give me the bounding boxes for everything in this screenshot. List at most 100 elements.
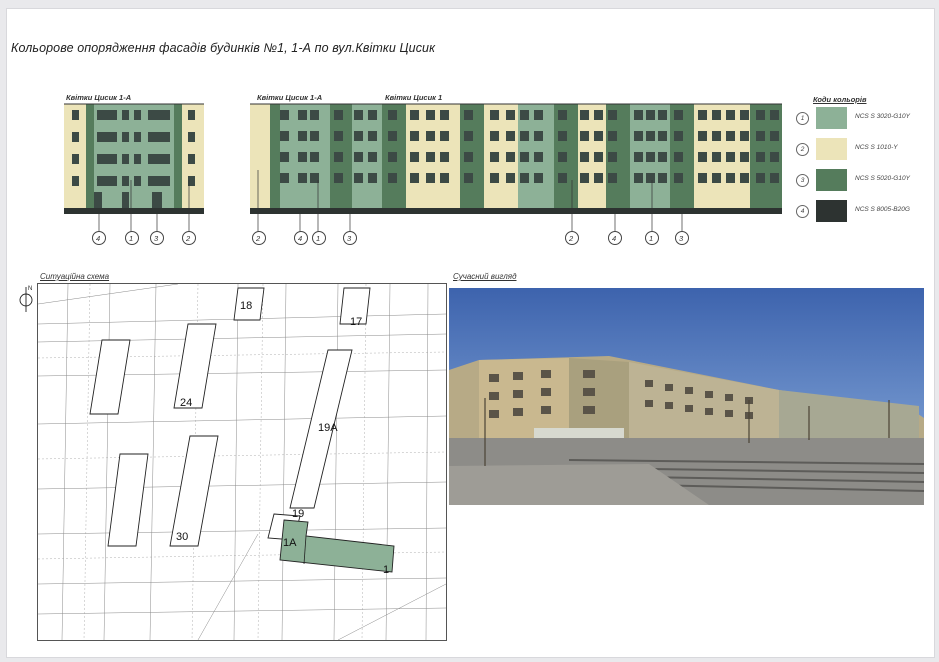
legend-code: NCS S 8005-B20G (855, 206, 910, 213)
facade-window (634, 173, 643, 183)
facade-window (298, 152, 307, 162)
callout-main-8: 3 (679, 234, 684, 243)
callout-left-2: 1 (129, 234, 134, 243)
legend-number: 3 (796, 174, 809, 187)
facade-window (726, 110, 735, 120)
facade-window (368, 152, 377, 162)
legend-swatch (816, 107, 847, 129)
map-linework (38, 284, 446, 640)
callout-main-1: 2 (256, 234, 261, 243)
facade-window (280, 131, 289, 141)
facade-window (520, 110, 529, 120)
facade-window (426, 173, 435, 183)
map-label-1: 1 (383, 564, 390, 576)
facade-window (490, 131, 499, 141)
facade-window (756, 131, 765, 141)
facade-window (594, 173, 603, 183)
facade-window (298, 173, 307, 183)
facade-window (740, 152, 749, 162)
north-arrow-icon: N (19, 286, 33, 312)
facade-left-elevation (64, 103, 204, 232)
facade-window (464, 110, 473, 120)
facade-window (368, 173, 377, 183)
facade-window (726, 131, 735, 141)
facade-window (634, 110, 643, 120)
facade-window (770, 110, 779, 120)
facade-window (558, 173, 567, 183)
facade-window (310, 152, 319, 162)
facade-window (698, 173, 707, 183)
facade-window (658, 173, 667, 183)
situation-map: 18 17 24 19A 30 19 1А 1 (37, 283, 447, 641)
facade-window (368, 110, 377, 120)
north-label: N (28, 286, 32, 292)
facade-window (506, 173, 515, 183)
facade-window (712, 173, 721, 183)
photo-title: Сучасний вигляд (453, 272, 517, 281)
facade-window (674, 110, 683, 120)
facade-window (608, 152, 617, 162)
map-label-19: 19 (292, 508, 305, 520)
page-title: Кольорове опорядження фасадів будинків №… (11, 41, 436, 55)
facade-window (580, 173, 589, 183)
facade-window (698, 152, 707, 162)
facade-window (534, 173, 543, 183)
facade-window (726, 152, 735, 162)
callouts-left (92, 231, 196, 245)
facade-window (334, 131, 343, 141)
facade-window (464, 173, 473, 183)
facade-window (740, 173, 749, 183)
legend-number: 1 (796, 112, 809, 125)
map-label-30: 30 (176, 531, 189, 543)
facade-window (280, 110, 289, 120)
facade-window (756, 152, 765, 162)
facade-window (658, 152, 667, 162)
facade-window (770, 173, 779, 183)
callout-left-4: 2 (186, 234, 191, 243)
facade-window (634, 152, 643, 162)
callout-main-2: 4 (298, 234, 303, 243)
photo-illustration (449, 288, 924, 505)
callout-left-1: 4 (96, 234, 101, 243)
facade-window (410, 131, 419, 141)
facade-window (440, 110, 449, 120)
facade-window (334, 152, 343, 162)
facade-window (440, 131, 449, 141)
facade-window (388, 173, 397, 183)
facade-window (354, 110, 363, 120)
facade-window (594, 110, 603, 120)
facade-window (334, 173, 343, 183)
facade-window (646, 110, 655, 120)
facade-window (334, 110, 343, 120)
facade-window (520, 152, 529, 162)
map-label-24: 24 (180, 397, 193, 409)
facade-window (608, 131, 617, 141)
legend-number: 4 (796, 205, 809, 218)
legend-swatch (816, 138, 847, 160)
facade-window (354, 173, 363, 183)
facade-window (368, 131, 377, 141)
facade-main-elevation (250, 103, 782, 232)
facade-window (534, 110, 543, 120)
facade-window (354, 152, 363, 162)
map-label-1a: 1А (283, 537, 297, 549)
facade-window (756, 173, 765, 183)
facade-window (534, 131, 543, 141)
facade-window (426, 110, 435, 120)
facade-window (674, 152, 683, 162)
facade-window (388, 152, 397, 162)
facade-window (388, 131, 397, 141)
facade-window (426, 131, 435, 141)
facade-window (310, 131, 319, 141)
facade-window (558, 131, 567, 141)
current-view-photo (449, 288, 924, 505)
facade-window (594, 152, 603, 162)
facade-window (580, 152, 589, 162)
legend-title: Коди кольорів (813, 95, 867, 104)
facade-window (712, 131, 721, 141)
facade-window (646, 152, 655, 162)
facade-window (658, 131, 667, 141)
facade-window (506, 152, 515, 162)
situation-title: Ситуаційна схема (40, 272, 110, 281)
facade-window (646, 173, 655, 183)
